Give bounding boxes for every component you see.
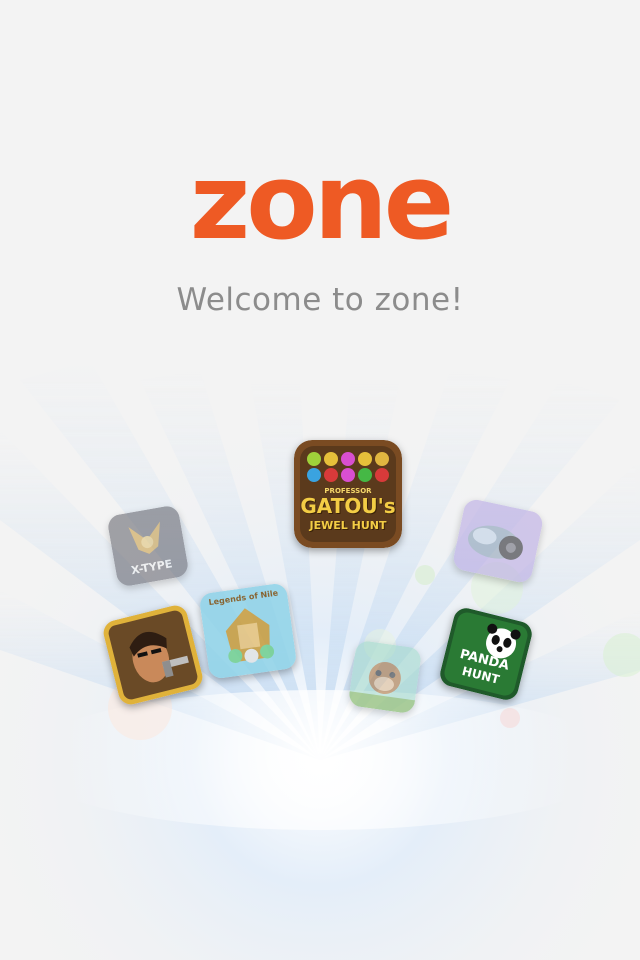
gatou-jewel-hunt-icon[interactable]: PROFESSOR GATOU's JEWEL HUNT: [294, 440, 402, 548]
gatou-label-sub: JEWEL HUNT: [309, 519, 387, 532]
xtype-game-icon[interactable]: X-TYPE: [106, 504, 190, 588]
zone-logo: zone: [189, 141, 455, 263]
monkey-artwork-icon: [347, 639, 423, 715]
gatou-label-main: GATOU's: [300, 494, 396, 518]
welcome-heading: Welcome to zone!: [176, 282, 464, 318]
egypt-game-icon[interactable]: Legends of Nile: [198, 582, 298, 680]
monkey-game-icon[interactable]: [347, 639, 423, 715]
